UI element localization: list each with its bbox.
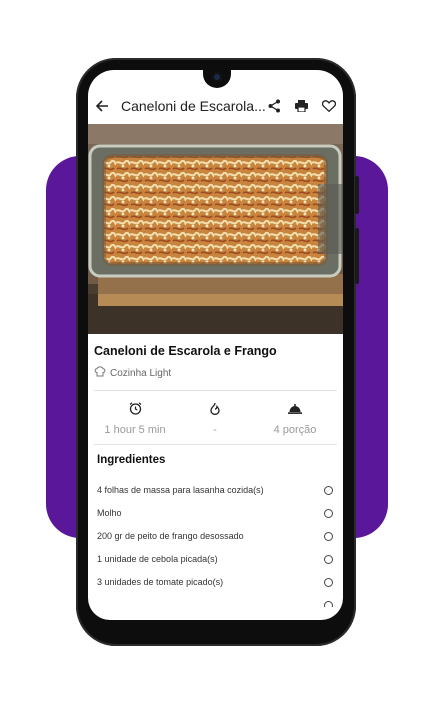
category-label: Cozinha Light [110, 367, 172, 379]
ingredient-checkbox[interactable] [324, 577, 333, 587]
recipe-title: Caneloni de Escarola e Frango [94, 344, 277, 358]
ingredient-label: Molho [97, 508, 122, 518]
ingredient-checkbox[interactable] [324, 600, 333, 607]
ingredient-label: 200 gr de peito de frango desossado [97, 531, 244, 541]
flame-icon [210, 402, 220, 415]
back-arrow-icon[interactable] [92, 96, 112, 116]
recipe-category[interactable]: Cozinha Light [94, 366, 171, 380]
app-bar: Caneloni de Escarola... [88, 90, 343, 122]
page-title: Caneloni de Escarola... [121, 98, 266, 114]
ingredient-label: 1 unidade de cebola picada(s) [97, 554, 218, 564]
divider [94, 444, 337, 445]
recipe-photo [88, 124, 343, 334]
ingredient-row[interactable]: 3 unidades de tomate picado(s) [97, 574, 333, 590]
ingredient-label: 4 folhas de massa para lasanha cozida(s) [97, 485, 264, 495]
divider [94, 390, 337, 391]
ingredient-label: 3 unidades de tomate picado(s) [97, 577, 224, 587]
stat-time: 1 hour 5 min [95, 402, 175, 436]
ingredient-row-partial[interactable] [97, 597, 333, 607]
ingredient-row[interactable]: 200 gr de peito de frango desossado [97, 528, 333, 544]
front-camera [212, 72, 222, 82]
volume-button [355, 176, 359, 214]
cloche-icon [288, 404, 302, 414]
power-button [355, 228, 359, 284]
stat-servings-value: 4 porção [273, 424, 317, 436]
share-icon[interactable] [264, 96, 284, 116]
stat-difficulty: - [175, 402, 255, 436]
ingredient-row[interactable]: Molho [97, 505, 333, 521]
ingredient-checkbox[interactable] [324, 531, 333, 541]
ingredient-checkbox[interactable] [324, 485, 333, 495]
alarm-clock-icon [129, 402, 141, 415]
ingredient-checkbox[interactable] [324, 508, 333, 518]
ingredients-title: Ingredientes [97, 454, 166, 466]
stat-time-value: 1 hour 5 min [104, 424, 166, 436]
print-icon[interactable] [291, 96, 311, 116]
chef-hat-icon [94, 366, 106, 380]
stat-servings: 4 porção [255, 402, 335, 436]
ingredient-row[interactable]: 1 unidade de cebola picada(s) [97, 551, 333, 567]
ingredient-checkbox[interactable] [324, 554, 333, 564]
ingredient-row[interactable]: 4 folhas de massa para lasanha cozida(s) [97, 482, 333, 498]
heart-icon[interactable] [319, 96, 339, 116]
stat-difficulty-value: - [213, 424, 217, 436]
phone-screen: Caneloni de Escarola... Caneloni de Esca… [88, 70, 343, 620]
